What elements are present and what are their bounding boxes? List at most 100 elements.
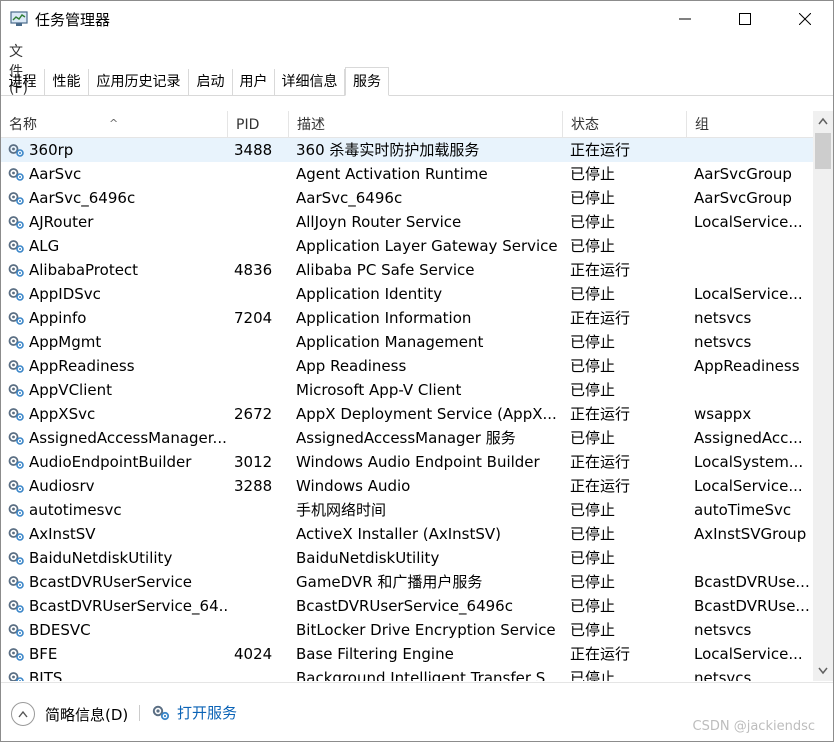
column-header-description[interactable]: 描述 (288, 111, 563, 137)
table-row[interactable]: Audiosrv 3288 Windows Audio 正在运行 LocalServic… (1, 474, 813, 498)
window-title: 任务管理器 (35, 11, 111, 29)
service-group-cell: netsvcs (694, 309, 752, 327)
column-header-pid[interactable]: PID (227, 111, 289, 137)
table-row[interactable]: BITS Background Intelligent Transfer S...… (1, 666, 813, 681)
table-row[interactable]: BFE 4024 Base Filtering Engine 正在运行 LocalSer… (1, 642, 813, 666)
column-header-name[interactable]: ^ 名称 (1, 111, 229, 137)
service-pid-cell: 3488 (234, 141, 273, 159)
table-row[interactable]: AppXSvc 2672 AppX Deployment Service (AppX… (1, 402, 813, 426)
minimize-button[interactable] (655, 1, 715, 37)
service-gear-icon (7, 454, 25, 470)
service-gear-icon (7, 382, 25, 398)
service-pid-cell (234, 210, 289, 234)
table-row[interactable]: AssignedAccessManager... AssignedAccessMa… (1, 426, 813, 450)
service-group-cell: autoTimeSvc (694, 501, 792, 519)
service-group-cell: netsvcs (694, 669, 752, 681)
service-pid-cell (234, 234, 289, 258)
scroll-up-button[interactable] (813, 111, 833, 131)
service-name-cell: AssignedAccessManager... (29, 429, 227, 447)
table-row[interactable]: autotimesvc 手机网络时间 已停止 autoTimeSvc (1, 498, 813, 522)
service-status-cell: 已停止 (570, 501, 616, 519)
table-row[interactable]: 360rp 3488 360 杀毒实时防护加载服务 正在运行 (1, 138, 813, 162)
service-pid-cell (234, 186, 289, 210)
service-pid-cell (234, 522, 289, 546)
close-button[interactable] (775, 1, 833, 37)
service-description-cell: 360 杀毒实时防护加载服务 (296, 141, 480, 159)
column-header-name-label: 名称 (9, 117, 37, 133)
service-pid-cell: 3012 (234, 453, 273, 471)
table-row[interactable]: BcastDVRUserService_64... BcastDVRUserSer… (1, 594, 813, 618)
service-gear-icon (7, 478, 25, 494)
service-name-cell: AudioEndpointBuilder (29, 453, 192, 471)
tab-app-history[interactable]: 应用历史记录 (89, 69, 189, 95)
vertical-scrollbar[interactable] (813, 111, 833, 681)
service-gear-icon (7, 574, 25, 590)
service-gear-icon (7, 238, 25, 254)
service-group-cell (694, 138, 809, 162)
table-row[interactable]: AarSvc Agent Activation Runtime 已停止 AarSvcG… (1, 162, 813, 186)
service-group-cell: AxInstSVGroup (694, 525, 807, 543)
column-header-group[interactable]: 组 (686, 111, 813, 137)
service-gear-icon (7, 262, 25, 278)
service-description-cell: BitLocker Drive Encryption Service (296, 621, 556, 639)
table-row[interactable]: Appinfo 7204 Application Information 正在运行 ne… (1, 306, 813, 330)
service-group-cell: LocalService... (694, 285, 803, 303)
service-status-cell: 已停止 (570, 525, 616, 543)
service-name-cell: BcastDVRUserService_64... (29, 597, 229, 615)
open-services-link[interactable]: 打开服务 (151, 702, 237, 723)
service-group-cell (694, 546, 809, 570)
table-row[interactable]: AJRouter AllJoyn Router Service 已停止 LocalSe… (1, 210, 813, 234)
tab-startup[interactable]: 启动 (189, 69, 233, 95)
service-name-cell: Audiosrv (29, 477, 95, 495)
table-row[interactable]: BDESVC BitLocker Drive Encryption Service… (1, 618, 813, 642)
service-status-cell: 已停止 (570, 333, 616, 351)
table-row[interactable]: AppIDSvc Application Identity 已停止 LocalServ… (1, 282, 813, 306)
service-gear-icon (7, 502, 25, 518)
sort-ascending-icon: ^ (109, 117, 119, 130)
table-row[interactable]: BcastDVRUserService GameDVR 和广播用户服务 已停止 Bca… (1, 570, 813, 594)
service-pid-cell (234, 162, 289, 186)
table-row[interactable]: AppVClient Microsoft App-V Client 已停止 (1, 378, 813, 402)
service-status-cell: 已停止 (570, 165, 616, 183)
table-row[interactable]: AarSvc_6496c AarSvc_6496c 已停止 AarSvcGroup (1, 186, 813, 210)
service-gear-icon (7, 190, 25, 206)
column-header-status[interactable]: 状态 (562, 111, 687, 137)
table-row[interactable]: AppMgmt Application Management 已停止 netsvcs (1, 330, 813, 354)
table-row[interactable]: ALG Application Layer Gateway Service 已停止 (1, 234, 813, 258)
service-gear-icon (7, 526, 25, 542)
table-row[interactable]: AppReadiness App Readiness 已停止 AppReadiness (1, 354, 813, 378)
table-row[interactable]: AudioEndpointBuilder 3012 Windows Audio En… (1, 450, 813, 474)
scroll-thumb[interactable] (815, 133, 831, 169)
maximize-button[interactable] (715, 1, 775, 37)
tab-performance[interactable]: 性能 (45, 69, 89, 95)
close-icon (799, 13, 811, 25)
table-row[interactable]: AxInstSV ActiveX Installer (AxInstSV) 已停止 A… (1, 522, 813, 546)
service-name-cell: BFE (29, 645, 58, 663)
table-row[interactable]: BaiduNetdiskUtility BaiduNetdiskUtility 已停… (1, 546, 813, 570)
service-name-cell: AppMgmt (29, 333, 102, 351)
footer-bar: 简略信息(D) 打开服务 CSDN @jackiendsc (1, 682, 833, 741)
service-description-cell: App Readiness (296, 357, 407, 375)
service-name-cell: BITS (29, 669, 63, 681)
service-name-cell: 360rp (29, 141, 74, 159)
service-pid-cell (234, 570, 289, 594)
scroll-down-button[interactable] (813, 661, 833, 681)
less-details-button[interactable]: 简略信息(D) (11, 702, 128, 726)
footer-separator (139, 705, 140, 721)
tab-details[interactable]: 详细信息 (275, 69, 345, 95)
service-name-cell: AxInstSV (29, 525, 96, 543)
service-pid-cell: 3288 (234, 477, 273, 495)
service-description-cell: Application Layer Gateway Service (296, 237, 558, 255)
less-details-label: 简略信息(D) (45, 705, 129, 724)
service-description-cell: Base Filtering Engine (296, 645, 454, 663)
tab-services[interactable]: 服务 (345, 67, 389, 96)
service-status-cell: 正在运行 (570, 405, 631, 423)
service-gear-icon (7, 622, 25, 638)
service-pid-cell: 7204 (234, 309, 273, 327)
tab-users[interactable]: 用户 (233, 69, 275, 95)
table-row[interactable]: AlibabaProtect 4836 Alibaba PC Safe Servic… (1, 258, 813, 282)
service-gear-icon (7, 646, 25, 662)
service-pid-cell (234, 354, 289, 378)
service-description-cell: Background Intelligent Transfer S... (296, 669, 558, 681)
tab-processes[interactable]: 进程 (1, 69, 45, 95)
